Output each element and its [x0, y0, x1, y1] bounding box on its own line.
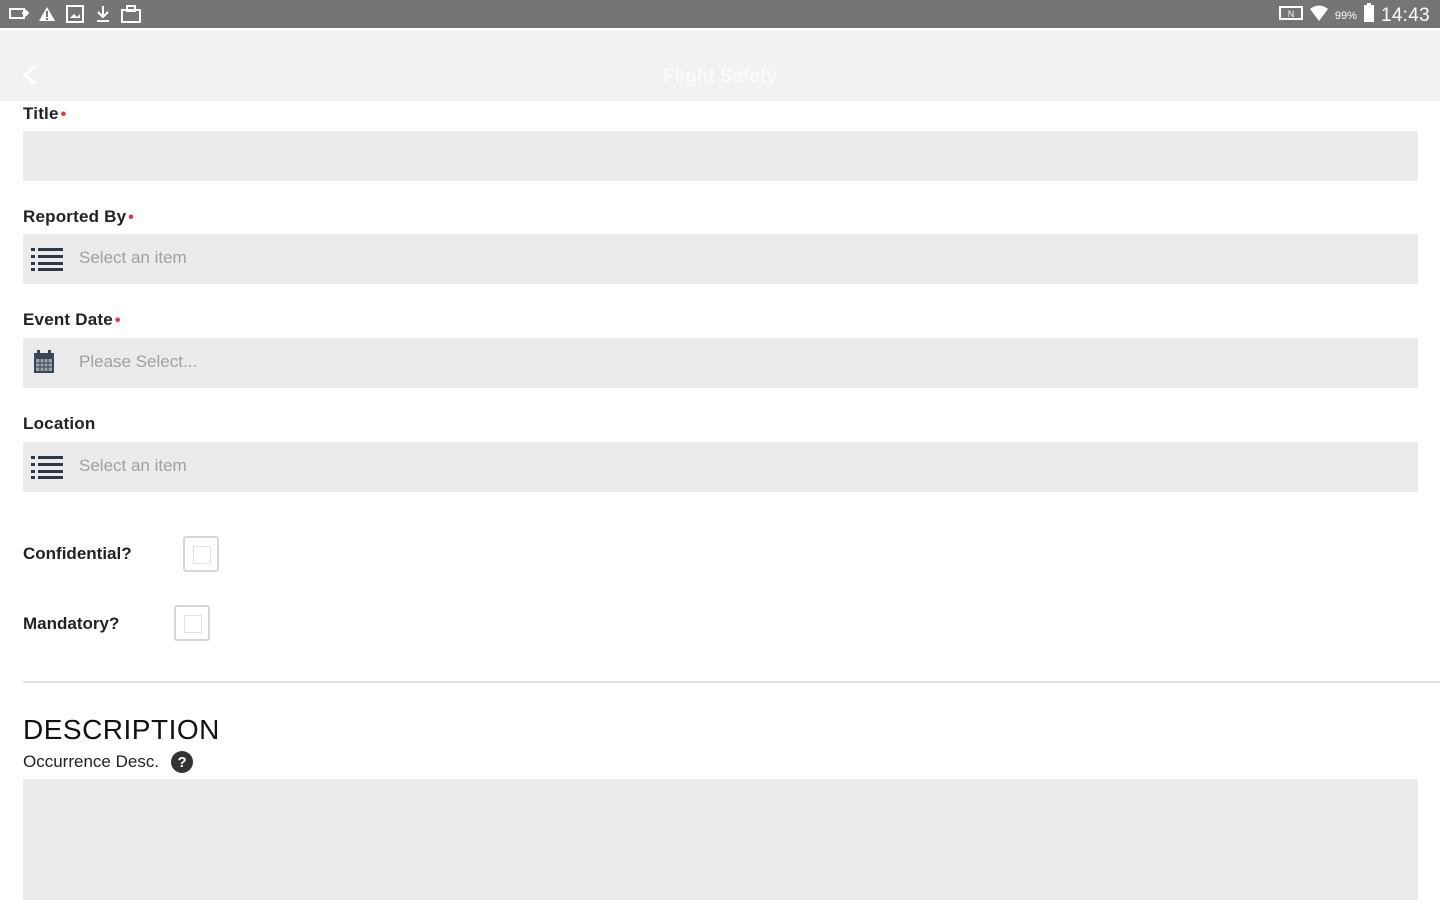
required-mark: •	[114, 312, 121, 329]
title-label: Title •	[23, 104, 66, 124]
status-right: N 99% 14:43	[1278, 3, 1430, 28]
location-label: Location	[23, 414, 95, 434]
reported-by-select[interactable]: Select an item	[23, 234, 1418, 284]
reported-by-placeholder: Select an item	[79, 248, 187, 267]
required-mark: •	[128, 209, 135, 226]
mandatory-checkbox[interactable]	[174, 605, 210, 641]
calendar-icon	[33, 350, 55, 376]
title-label-text: Title	[23, 104, 59, 123]
briefcase-icon	[120, 4, 142, 24]
wifi-icon	[1309, 4, 1329, 27]
required-mark: •	[60, 106, 67, 123]
location-label-text: Location	[23, 414, 96, 433]
event-date-label-text: Event Date	[23, 310, 113, 329]
confidential-label: Confidential?	[23, 544, 132, 563]
title-input[interactable]	[23, 131, 1418, 181]
list-icon	[31, 454, 63, 480]
mandatory-label: Mandatory?	[23, 614, 120, 633]
image-icon	[64, 4, 86, 24]
help-icon[interactable]: ?	[171, 751, 194, 773]
confidential-checkbox[interactable]	[183, 536, 219, 572]
event-date-picker[interactable]: Please Select...	[23, 338, 1418, 388]
section-divider	[23, 681, 1440, 683]
event-date-placeholder: Please Select...	[79, 352, 198, 371]
reported-by-label-text: Reported By	[23, 207, 127, 226]
app-bar: Flight Safety	[0, 30, 1440, 101]
status-bar: N 99% 14:43	[0, 0, 1440, 28]
warning-icon	[36, 4, 58, 24]
download-icon	[92, 4, 114, 24]
cast-icon	[8, 4, 30, 24]
nfc-icon: N	[1278, 5, 1303, 26]
description-heading: DESCRIPTION	[23, 714, 220, 745]
battery-percent: 99%	[1334, 9, 1357, 22]
occurrence-desc-label: Occurrence Desc. ?	[23, 751, 194, 773]
event-date-label: Event Date •	[23, 310, 121, 330]
page-title: Flight Safety	[662, 66, 777, 87]
reported-by-label: Reported By •	[23, 207, 134, 227]
notification-icons	[8, 4, 142, 24]
clock: 14:43	[1380, 4, 1430, 26]
occurrence-desc-textarea[interactable]	[23, 779, 1418, 900]
battery-icon	[1363, 3, 1375, 28]
location-placeholder: Select an item	[79, 456, 187, 475]
occurrence-desc-label-text: Occurrence Desc.	[23, 752, 160, 771]
svg-text:N: N	[1288, 9, 1295, 19]
location-select[interactable]: Select an item	[23, 442, 1418, 492]
list-icon	[31, 246, 63, 272]
